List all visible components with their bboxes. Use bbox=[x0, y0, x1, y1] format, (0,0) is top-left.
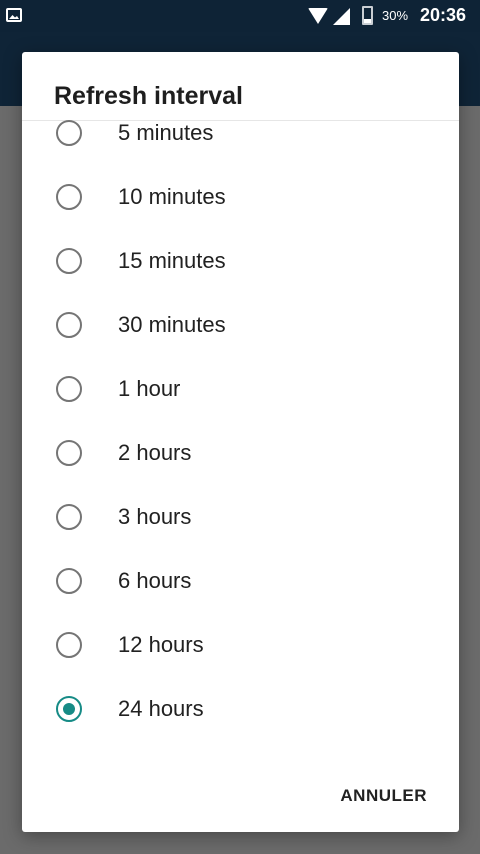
radio-button[interactable] bbox=[56, 632, 82, 658]
option-label: 10 minutes bbox=[118, 184, 226, 209]
option-label: 24 hours bbox=[118, 696, 204, 721]
wifi-icon bbox=[308, 8, 328, 24]
option-label: 5 minutes bbox=[118, 120, 214, 145]
radio-button-checked[interactable] bbox=[56, 696, 82, 722]
radio-button[interactable] bbox=[56, 376, 82, 402]
option-label: 30 minutes bbox=[118, 312, 226, 337]
radio-option[interactable]: 24 hours bbox=[22, 694, 459, 758]
radio-button[interactable] bbox=[56, 440, 82, 466]
image-notification-icon bbox=[6, 8, 22, 22]
option-label: 3 hours bbox=[118, 504, 192, 529]
radio-option[interactable]: 2 hours bbox=[22, 438, 459, 502]
option-label: 1 hour bbox=[118, 376, 181, 401]
option-label: 15 minutes bbox=[118, 248, 226, 273]
option-label: 12 hours bbox=[118, 632, 204, 657]
status-bar: 30% 20:36 bbox=[0, 0, 480, 32]
radio-button[interactable] bbox=[56, 120, 82, 146]
radio-button[interactable] bbox=[56, 568, 82, 594]
radio-option[interactable]: 15 minutes bbox=[22, 246, 459, 310]
radio-option[interactable]: 1 hour bbox=[22, 374, 459, 438]
radio-option[interactable]: 10 minutes bbox=[22, 182, 459, 246]
refresh-interval-dialog: Refresh interval 5 minutes 10 minutes 15 m… bbox=[22, 52, 459, 832]
radio-option[interactable]: 5 minutes bbox=[22, 118, 459, 182]
cancel-button[interactable]: ANNULER bbox=[340, 786, 427, 806]
radio-button[interactable] bbox=[56, 504, 82, 530]
battery-percentage: 30% bbox=[382, 8, 409, 23]
option-label: 6 hours bbox=[118, 568, 192, 593]
radio-button[interactable] bbox=[56, 312, 82, 338]
dialog-title: Refresh interval bbox=[54, 82, 243, 110]
radio-option[interactable]: 6 hours bbox=[22, 566, 459, 630]
radio-button[interactable] bbox=[56, 184, 82, 210]
signal-icon bbox=[333, 8, 350, 25]
radio-option[interactable]: 3 hours bbox=[22, 502, 459, 566]
battery-icon bbox=[362, 6, 373, 25]
radio-option[interactable]: 30 minutes bbox=[22, 310, 459, 374]
radio-button[interactable] bbox=[56, 248, 82, 274]
status-clock: 20:36 bbox=[420, 5, 467, 25]
option-label: 2 hours bbox=[118, 440, 192, 465]
options-list: 5 minutes 10 minutes 15 minutes 30 minutes 1… bbox=[22, 120, 459, 758]
radio-option[interactable]: 12 hours bbox=[22, 630, 459, 694]
